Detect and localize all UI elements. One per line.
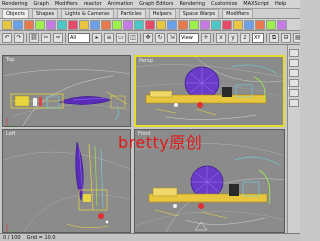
redo-icon[interactable]: ↷	[14, 32, 24, 43]
axis-z-icon[interactable]: z	[240, 32, 250, 43]
grid-icon[interactable]	[178, 19, 188, 30]
bone-icon[interactable]	[222, 19, 232, 30]
rotate-icon[interactable]: ↻	[155, 32, 165, 43]
viewport-top-wireframe	[3, 69, 130, 126]
camera-icon[interactable]	[123, 19, 133, 30]
menu-item[interactable]: reactor	[84, 0, 102, 8]
status-bar: 0 / 100 Grid = 10.0	[0, 233, 300, 241]
create-panel-icon[interactable]	[289, 49, 299, 57]
grid-readout: Grid = 10.0	[26, 234, 56, 241]
viewport-top[interactable]: Top	[2, 55, 131, 127]
toolbar-separator	[65, 32, 66, 43]
tape-icon[interactable]	[189, 19, 199, 30]
axis-x-icon[interactable]: x	[216, 32, 226, 43]
menu-item[interactable]: Modifiers	[55, 0, 78, 8]
command-tab[interactable]: Particles	[116, 9, 146, 18]
undo-icon[interactable]: ↶	[2, 32, 12, 43]
viewport-perspective-wireframe	[136, 57, 283, 120]
pyramid-icon[interactable]	[90, 19, 100, 30]
menu-item[interactable]: Graph Editors	[139, 0, 173, 8]
bind-spacewarp-icon[interactable]: ≈	[53, 32, 63, 43]
link-icon[interactable]	[233, 19, 243, 30]
time-slider-frame[interactable]: 0 / 100	[3, 235, 21, 241]
pivot-center-icon[interactable]: ✛	[201, 32, 211, 43]
reference-coordinate-dropdown[interactable]: View	[179, 32, 199, 43]
blizzard-icon[interactable]	[277, 19, 287, 30]
command-tab[interactable]: Helpers	[148, 9, 176, 18]
toolbar-separator	[266, 32, 267, 43]
menu-item[interactable]: Customize	[211, 0, 237, 8]
point-icon[interactable]	[167, 19, 177, 30]
cone-icon[interactable]	[57, 19, 67, 30]
command-tab[interactable]: Shapes	[31, 9, 59, 18]
toolbar-separator	[213, 32, 214, 43]
particle-icon[interactable]	[244, 19, 254, 30]
layer-manager-icon[interactable]: ▤	[293, 32, 300, 43]
spray-icon[interactable]	[255, 19, 265, 30]
rectangle-selection-icon[interactable]: ▭	[116, 32, 126, 43]
viewport-label-perspective[interactable]: Persp	[139, 58, 153, 64]
command-tab[interactable]: Objects	[2, 9, 29, 18]
menu-item[interactable]: MAXScript	[243, 0, 269, 8]
command-tab[interactable]: Lights & Cameras	[61, 9, 114, 18]
snow-icon[interactable]	[266, 19, 276, 30]
menu-bar: Rendering Graph Modifiers reactor Animation G…	[0, 0, 300, 9]
main-toolbar: ↶ ↷ ⛓ ✂ ≈ All ▸ ≡ ▭ ◫ ✥ ↻ ⇲ View ✛ x y z…	[0, 31, 300, 45]
spacewarp-icon[interactable]	[145, 19, 155, 30]
hierarchy-panel-icon[interactable]	[289, 69, 299, 77]
compass-icon[interactable]	[211, 19, 221, 30]
motion-panel-icon[interactable]	[289, 79, 299, 87]
sphere-icon[interactable]	[13, 19, 23, 30]
helper-icon[interactable]	[134, 19, 144, 30]
viewport-label-left[interactable]: Left	[6, 131, 15, 137]
dummy-icon[interactable]	[156, 19, 166, 30]
align-icon[interactable]: ⊟	[281, 32, 291, 43]
viewport-left-wireframe	[3, 141, 130, 232]
protractor-icon[interactable]	[200, 19, 210, 30]
move-icon[interactable]: ✥	[143, 32, 153, 43]
teapot-icon[interactable]	[46, 19, 56, 30]
toolbar-separator	[140, 32, 141, 43]
menu-item[interactable]: Help	[275, 0, 286, 8]
scale-icon[interactable]: ⇲	[167, 32, 177, 43]
window-crossing-icon[interactable]: ◫	[128, 32, 138, 43]
create-shelf	[0, 19, 300, 31]
menu-item[interactable]: Animation	[108, 0, 134, 8]
geosphere-icon[interactable]	[68, 19, 78, 30]
select-link-icon[interactable]: ⛓	[29, 32, 39, 43]
torus-icon[interactable]	[35, 19, 45, 30]
axis-constraint-dropdown[interactable]: XY	[252, 32, 264, 43]
app-window: Rendering Graph Modifiers reactor Animation G…	[0, 0, 300, 241]
viewport-label-top[interactable]: Top	[6, 57, 14, 63]
mirror-icon[interactable]: ⧉	[269, 32, 279, 43]
menu-item[interactable]: Rendering	[179, 0, 205, 8]
selection-filter-dropdown[interactable]: All	[68, 32, 90, 43]
command-panel-tabs: Objects Shapes Lights & Cameras Particles He…	[0, 9, 300, 19]
menu-item[interactable]: Rendering	[2, 0, 28, 8]
light-icon[interactable]	[112, 19, 122, 30]
axis-y-icon[interactable]: y	[228, 32, 238, 43]
viewport-perspective[interactable]: Persp	[134, 55, 285, 127]
menu-item[interactable]: Graph	[34, 0, 49, 8]
tube-icon[interactable]	[79, 19, 89, 30]
watermark-text: bretty原创	[118, 133, 203, 152]
command-panel-strip	[287, 45, 300, 241]
box-icon[interactable]	[2, 19, 12, 30]
unlink-icon[interactable]: ✂	[41, 32, 51, 43]
display-panel-icon[interactable]	[289, 89, 299, 97]
toolbar-separator	[26, 32, 27, 43]
modify-panel-icon[interactable]	[289, 59, 299, 67]
utilities-panel-icon[interactable]	[289, 99, 299, 107]
cylinder-icon[interactable]	[24, 19, 34, 30]
command-tab[interactable]: Modifiers	[222, 9, 253, 18]
plane-icon[interactable]	[101, 19, 111, 30]
select-object-icon[interactable]: ▸	[92, 32, 102, 43]
viewport-left[interactable]: Left	[2, 129, 131, 233]
command-tab[interactable]: Space Warps	[178, 9, 220, 18]
select-by-name-icon[interactable]: ≡	[104, 32, 114, 43]
